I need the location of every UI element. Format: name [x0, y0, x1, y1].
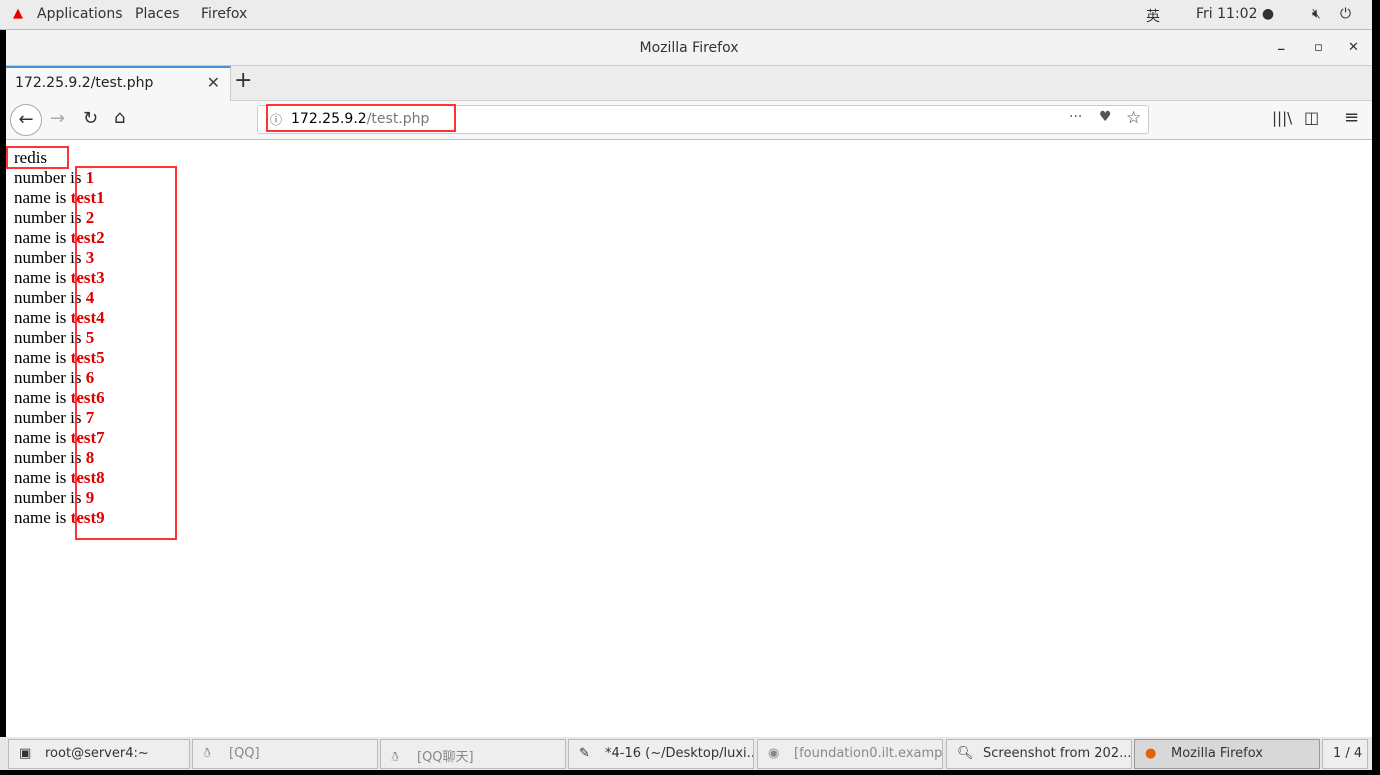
result-line: number is 7 [14, 408, 1372, 428]
reload-button[interactable]: ↻ [83, 108, 98, 129]
result-line: number is 2 [14, 208, 1372, 228]
applications-menu[interactable]: Applications [37, 6, 123, 22]
tab-title: 172.25.9.2/test.php [15, 75, 154, 91]
taskbar: ▣ root@server4:~ 🐧︎ [QQ] 🐧︎ [QQ聊天] ✎ *4-16 (… [0, 737, 1372, 770]
result-line: name is test9 [14, 508, 1372, 528]
firefox-window: Mozilla Firefox _ ▫ ✕ 172.25.9.2/test.ph… [6, 30, 1372, 737]
back-button[interactable]: ← [10, 104, 42, 136]
result-label: name is [14, 428, 71, 447]
task-terminal[interactable]: ▣ root@server4:~ [8, 739, 190, 769]
qq-penguin-icon: 🐧︎ [203, 746, 212, 761]
values-highlight-box [75, 166, 177, 540]
places-menu[interactable]: Places [135, 6, 180, 22]
bookmark-star-icon[interactable]: ☆ [1126, 108, 1141, 128]
result-label: name is [14, 308, 71, 327]
firefox-icon: ● [1145, 746, 1157, 761]
text-editor-icon: ✎ [579, 746, 590, 761]
task-screenshot[interactable]: 🔍︎ Screenshot from 202... [946, 739, 1132, 769]
pocket-icon[interactable]: ♥ [1099, 109, 1112, 125]
power-icon[interactable]: ⏻ [1340, 6, 1351, 22]
result-line: name is test1 [14, 188, 1372, 208]
site-info-icon[interactable]: ⓘ [270, 111, 282, 128]
redis-heading: redis [14, 148, 48, 167]
firefox-menu[interactable]: Firefox [201, 6, 247, 22]
result-line: name is test2 [14, 228, 1372, 248]
title-bar: Mozilla Firefox _ ▫ ✕ [6, 30, 1372, 66]
result-label: name is [14, 188, 71, 207]
result-label: name is [14, 468, 71, 487]
menu-icon[interactable]: ≡ [1344, 107, 1359, 128]
result-line: name is test7 [14, 428, 1372, 448]
result-line: number is 8 [14, 448, 1372, 468]
url-path: /test.php [366, 111, 430, 127]
redhat-logo-icon: ▲ [13, 6, 23, 21]
result-line: name is test4 [14, 308, 1372, 328]
gnome-top-bar: ▲ Applications Places Firefox 英 Fri 11:0… [0, 0, 1372, 30]
new-tab-button[interactable]: + [234, 68, 252, 93]
task-firefox[interactable]: ● Mozilla Firefox [1134, 739, 1320, 769]
volume-muted-icon[interactable]: 🔇︎ [1312, 6, 1321, 22]
task-text-editor[interactable]: ✎ *4-16 (~/Desktop/luxi... [568, 739, 754, 769]
close-button[interactable]: ✕ [1348, 30, 1359, 66]
result-line: number is 5 [14, 328, 1372, 348]
input-method-indicator[interactable]: 英 [1146, 6, 1160, 26]
home-button[interactable]: ⌂ [114, 107, 125, 128]
url-host: 172.25.9.2 [291, 111, 367, 127]
result-line: name is test8 [14, 468, 1372, 488]
page-content: redis number is 1 name is test1 number is … [6, 141, 1372, 737]
result-label: name is [14, 388, 71, 407]
result-line: number is 1 [14, 168, 1372, 188]
tab-close-icon[interactable]: ✕ [207, 73, 220, 92]
navigation-toolbar: ← → ↻ ⌂ ⓘ 172.25.9.2/test.php ··· ♥ ☆ ||… [6, 101, 1372, 140]
screenshot-viewer-icon: 🔍︎ [957, 746, 974, 761]
qq-penguin-icon: 🐧︎ [391, 750, 400, 765]
result-line: number is 3 [14, 248, 1372, 268]
heading-highlight-box [6, 146, 69, 169]
result-line: number is 9 [14, 488, 1372, 508]
library-icon[interactable]: |||\ [1272, 109, 1292, 127]
task-qq-chat[interactable]: 🐧︎ [QQ聊天] [380, 739, 566, 769]
result-label: name is [14, 268, 71, 287]
url-bar[interactable]: ⓘ 172.25.9.2/test.php ··· ♥ ☆ [257, 104, 1149, 134]
sidebar-icon[interactable]: ◫ [1304, 108, 1319, 127]
result-label: name is [14, 348, 71, 367]
maximize-button[interactable]: ▫ [1314, 30, 1323, 66]
result-line: number is 6 [14, 368, 1372, 388]
clock[interactable]: Fri 11:02 ● [1196, 6, 1274, 22]
result-line: name is test3 [14, 268, 1372, 288]
remote-viewer-icon: ◉ [768, 746, 780, 761]
task-qq[interactable]: 🐧︎ [QQ] [192, 739, 378, 769]
result-line: number is 4 [14, 288, 1372, 308]
result-label: name is [14, 508, 71, 527]
tab-strip: 172.25.9.2/test.php ✕ + [6, 66, 1372, 101]
result-label: name is [14, 228, 71, 247]
tab-test-php[interactable]: 172.25.9.2/test.php ✕ [6, 66, 231, 101]
url-text[interactable]: 172.25.9.2/test.php [291, 111, 429, 127]
terminal-icon: ▣ [19, 746, 32, 761]
window-title: Mozilla Firefox [639, 40, 739, 56]
forward-button[interactable]: → [50, 108, 65, 129]
page-actions-icon[interactable]: ··· [1069, 109, 1082, 125]
minimize-button[interactable]: _ [1278, 26, 1285, 62]
workspace-switcher[interactable]: 1 / 4 [1322, 739, 1368, 769]
result-line: name is test5 [14, 348, 1372, 368]
result-line: name is test6 [14, 388, 1372, 408]
task-remote-viewer[interactable]: ◉ [foundation0.ilt.exampl... [757, 739, 943, 769]
